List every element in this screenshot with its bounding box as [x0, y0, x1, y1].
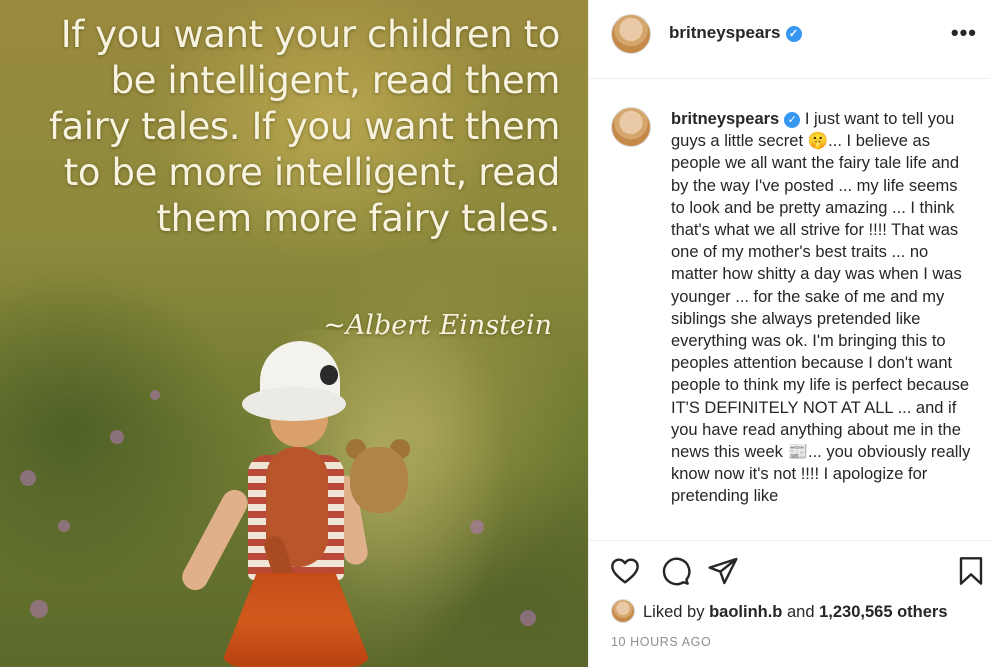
comment-bubble-icon[interactable] — [659, 555, 691, 587]
caption-text: I just want to tell you guys a little se… — [671, 110, 971, 506]
flower-decoration — [150, 390, 160, 400]
post-image[interactable]: If you want your children to be intellig… — [0, 0, 588, 667]
save-bookmark-icon[interactable] — [955, 555, 987, 587]
caption-avatar[interactable] — [611, 107, 651, 147]
post-side-panel: britneyspears ✓ ••• britneyspears ✓ I just… — [588, 0, 990, 667]
child-hat-brim — [242, 387, 346, 421]
hat-badge — [320, 365, 338, 385]
flower-decoration — [520, 610, 536, 626]
child-illustration — [160, 335, 410, 667]
flower-decoration — [470, 520, 484, 534]
profile-avatar[interactable] — [611, 14, 651, 54]
post-timestamp[interactable]: 10 HOURS AGO — [611, 635, 711, 649]
caption-username[interactable]: britneyspears — [671, 110, 779, 128]
post-header: britneyspears ✓ ••• — [589, 0, 990, 79]
more-options-icon[interactable]: ••• — [951, 20, 977, 46]
liked-by-prefix: Liked by — [643, 603, 705, 621]
share-send-icon[interactable] — [707, 555, 739, 587]
flower-decoration — [30, 600, 48, 618]
post-actions-bar: Liked by baolinh.b and 1,230,565 others … — [589, 540, 990, 667]
comments-area[interactable]: britneyspears ✓ I just want to tell you g… — [589, 80, 990, 540]
image-quote-text: If you want your children to be intellig… — [48, 13, 561, 240]
post-caption: britneyspears ✓ I just want to tell you g… — [671, 108, 975, 508]
verified-badge-icon: ✓ — [785, 26, 802, 42]
liked-by-and: and — [786, 603, 815, 621]
like-heart-icon[interactable] — [609, 555, 641, 587]
flower-decoration — [110, 430, 124, 444]
likes-summary: Liked by baolinh.b and 1,230,565 others — [611, 599, 948, 623]
header-username[interactable]: britneyspears — [669, 23, 781, 42]
liked-by-user[interactable]: baolinh.b — [709, 603, 782, 621]
verified-badge-icon: ✓ — [784, 112, 801, 128]
flower-decoration — [20, 470, 36, 486]
flower-decoration — [58, 520, 70, 532]
teddy-bear — [350, 447, 408, 513]
liker-avatar[interactable] — [611, 599, 635, 623]
likes-count-link[interactable]: 1,230,565 others — [819, 603, 947, 621]
child-orange-skirt — [220, 573, 372, 667]
header-username-row[interactable]: britneyspears ✓ — [669, 23, 802, 43]
child-arm-left — [177, 485, 253, 595]
